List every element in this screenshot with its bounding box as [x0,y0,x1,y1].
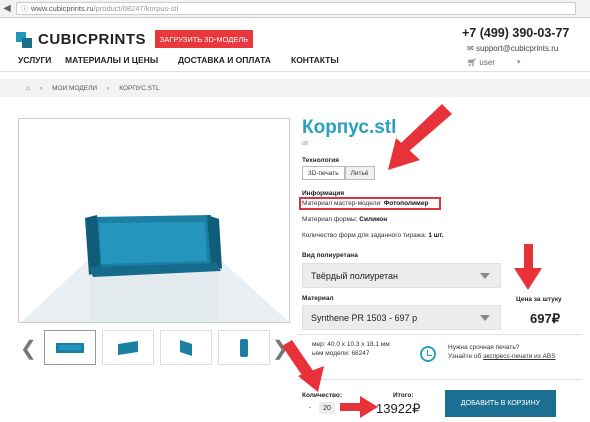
menu-item-materials[interactable]: МАТЕРИАЛЫ И ЦЕНЫ [65,55,178,65]
technology-label: Технология [302,157,340,164]
next-image-chevron-icon[interactable]: ❯ [272,336,289,361]
breadcrumb-separator: › [39,84,43,92]
site-logo[interactable]: CUBICPRINTS [16,31,146,48]
polyurethane-type-value: Твёрдый полиуретан [311,270,399,281]
increment-button[interactable]: + [339,405,349,412]
express-print-link[interactable]: экспресс-печати из ABS [483,353,556,360]
add-to-cart-button[interactable]: ДОБАВИТЬ В КОРЗИНУ [445,390,556,417]
decrement-button[interactable]: - [305,405,315,412]
thumbnail-3[interactable] [160,330,212,365]
logo-cube-icon [16,31,32,48]
chevron-down-icon [480,315,490,321]
cart-icon: 🛒︎ [467,58,480,67]
form-material-line: Материал формы: Силикон [302,216,387,223]
browser-url-bar: ◀ ⓘ www.cubicprints.ru /product/68247/ko… [0,0,590,18]
stopwatch-icon [420,346,436,362]
express-question: Нужна срочная печать? [448,344,520,351]
divider [298,334,582,335]
thumbnail-model-image [240,338,248,357]
polyurethane-type-label: Вид полиуретана [302,252,358,259]
express-line: Узнайте об экспресс-печати из ABS [448,352,556,361]
url-path: /product/68247/korpus-stl [93,4,179,13]
menu-item-services[interactable]: УСЛУГИ [18,55,65,65]
info-label: Информация [302,190,345,197]
forms-count-label: Количество форм для заданного тиража: [302,232,427,239]
user-menu[interactable]: 🛒︎ user [467,58,495,67]
polyurethane-type-select[interactable]: Твёрдый полиуретан [302,263,501,288]
phone-number[interactable]: +7 (499) 390-03-77 [462,26,569,40]
forms-count-line: Количество форм для заданного тиража: 1 … [302,232,444,239]
tab-3d-printing[interactable]: 3D-печать [302,166,345,180]
form-material-label: Материал формы: [302,216,358,223]
thumbnail-model-image [118,340,138,355]
unit-price-label: Цена за штуку [516,296,562,303]
thumbnail-strip [44,330,276,365]
material-select[interactable]: Synthene PR 1503 - 697 р [302,305,501,330]
model-volume-text: ьем модели: 68247 [312,350,370,357]
user-name: user [479,58,495,67]
breadcrumb-separator: › [107,84,110,92]
logo-text: CUBICPRINTS [38,31,147,48]
quantity-stepper: - 20 + [305,402,349,414]
chevron-down-icon [480,273,490,279]
main-menu: УСЛУГИ МАТЕРИАЛЫ И ЦЕНЫ ДОСТАВКА И ОПЛАТ… [18,55,339,65]
url-host: www.cubicprints.ru [31,4,94,13]
home-icon[interactable]: ⌂ [26,85,30,92]
model-dimensions: мер: 40.0 x 10.3 x 18.1 мм ьем модели: 6… [312,340,390,358]
breadcrumb-my-models[interactable]: МОИ МОДЕЛИ [52,85,97,92]
support-email-text: support@cubicprints.ru [475,44,559,53]
page-info-icon[interactable]: ⓘ [21,4,28,14]
menu-item-delivery[interactable]: ДОСТАВКА И ОПЛАТА [178,55,291,65]
model-render [21,215,289,322]
dimensions-text: мер: 40.0 x 10.3 x 18.1 мм [312,341,390,348]
product-title: Корпус.stl [302,117,397,138]
annotation-arrow-technology [388,104,452,170]
form-material-value: Силикон [359,216,388,223]
thumbnail-4[interactable] [218,330,270,365]
express-prefix: Узнайте об [448,353,484,360]
technology-tabs: 3D-печать Литьё [302,166,375,180]
quantity-label: Количество: [302,392,343,399]
material-label: Материал [302,295,334,302]
annotation-highlight-box [299,197,441,210]
quantity-input[interactable]: 20 [319,402,335,414]
thumbnail-2[interactable] [102,330,154,365]
forms-count-value: 1 шт. [428,232,444,239]
thumbnail-1[interactable] [44,330,96,365]
user-chevron-down-icon[interactable]: ▾ [517,58,521,66]
total-label: Итого: [393,392,414,399]
unit-price: 697₽ [530,311,560,326]
annotation-arrow-price [514,244,542,290]
thumbnail-model-image [180,339,192,356]
total-price: 13922₽ [376,401,421,416]
address-field[interactable]: ⓘ www.cubicprints.ru /product/68247/korp… [16,2,576,15]
menu-item-contacts[interactable]: КОНТАКТЫ [291,55,339,65]
header-divider [0,71,590,72]
thumbnail-model-image [56,342,84,353]
back-arrow-icon[interactable]: ◀ [0,3,14,14]
breadcrumb: ⌂ › МОИ МОДЕЛИ › КОРПУС.STL [0,79,590,97]
price-from-label: от [302,140,309,147]
support-email[interactable]: ✉ support@cubicprints.ru [467,44,558,53]
breadcrumb-current: КОРПУС.STL [119,84,160,92]
envelope-icon: ✉ [467,44,476,53]
divider [298,379,582,380]
model-viewer[interactable] [18,118,290,323]
express-print-note: Нужна срочная печать? Узнайте об экспрес… [448,343,556,361]
tab-casting[interactable]: Литьё [344,166,375,180]
material-value: Synthene PR 1503 - 697 р [311,312,418,323]
prev-image-chevron-icon[interactable]: ❮ [20,336,37,361]
upload-model-button[interactable]: ЗАГРУЗИТЬ 3D-МОДЕЛЬ [155,30,253,48]
